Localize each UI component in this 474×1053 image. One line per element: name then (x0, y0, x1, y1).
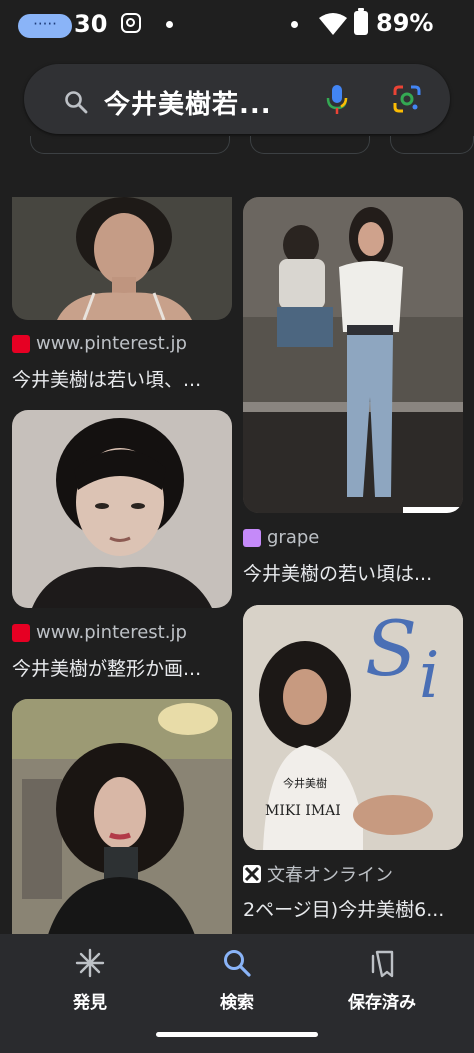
nav-search-label: 検索 (220, 993, 254, 1013)
svg-text:i: i (419, 639, 439, 713)
microphone-icon[interactable] (326, 84, 348, 116)
source-label: 文春オンライン (267, 865, 393, 886)
bottom-navigation: 発見 検索 保存済み (0, 934, 474, 1053)
result-title[interactable]: 今井美樹は若い頃、... (12, 365, 232, 392)
image-result-card[interactable]: S i 今井美樹 MIKI IMAI 文春オンライン 2ページ目)今井美樹6..… (243, 605, 463, 925)
filter-chip[interactable] (30, 136, 230, 154)
image-result-card[interactable]: www.pinterest.jp 今井美樹は若い頃、... (12, 197, 232, 392)
result-thumbnail[interactable]: S i 今井美樹 MIKI IMAI (243, 605, 463, 850)
search-icon (224, 950, 251, 977)
call-indicator-pill[interactable]: ····· (18, 14, 72, 38)
result-title[interactable]: 今井美樹が整形か画... (12, 654, 232, 681)
wifi-icon (319, 13, 347, 35)
image-result-card[interactable]: www.pinterest.jp 今井美樹が整形か画... (12, 410, 232, 680)
result-thumbnail[interactable] (12, 197, 232, 320)
result-thumbnail[interactable] (12, 410, 232, 608)
result-source[interactable]: www.pinterest.jp (12, 333, 187, 354)
search-icon[interactable] (64, 90, 88, 114)
search-bar[interactable]: 今井美樹若... (24, 64, 450, 134)
svg-text:S: S (365, 605, 417, 693)
result-title[interactable]: 今井美樹の若い頃は... (243, 559, 463, 586)
result-title[interactable]: 2ページ目)今井美樹6... (243, 895, 463, 922)
clock: 30 (74, 10, 108, 38)
magazine-name-en: MIKI IMAI (265, 803, 341, 819)
result-source[interactable]: grape (243, 527, 319, 548)
battery-percent: 89% (376, 9, 434, 37)
nav-saved-label: 保存済み (348, 993, 416, 1013)
nav-discover[interactable]: 発見 (30, 948, 150, 1013)
source-label: grape (267, 527, 320, 548)
result-source[interactable]: 文春オンライン (243, 861, 393, 887)
result-thumbnail[interactable] (12, 699, 232, 959)
asterisk-icon (75, 948, 105, 978)
bunshun-icon (243, 865, 261, 883)
status-bar: ····· 30 89% (0, 0, 474, 52)
nav-search[interactable]: 検索 (177, 948, 297, 1013)
battery-icon (354, 8, 368, 35)
nav-discover-label: 発見 (73, 993, 107, 1013)
home-indicator[interactable] (156, 1032, 318, 1037)
nav-saved[interactable]: 保存済み (322, 948, 442, 1013)
instagram-icon (121, 13, 141, 33)
pinterest-icon (12, 623, 30, 642)
search-query[interactable]: 今井美樹若... (104, 84, 272, 121)
filter-chip[interactable] (390, 136, 474, 154)
pinterest-icon (12, 334, 30, 353)
filter-chip[interactable] (250, 136, 370, 154)
result-source[interactable]: www.pinterest.jp (12, 622, 187, 643)
collections-icon (371, 950, 394, 978)
notification-dot-icon (166, 21, 173, 28)
magazine-name-jp: 今井美樹 (283, 776, 327, 790)
source-label: www.pinterest.jp (36, 333, 187, 354)
source-label: www.pinterest.jp (36, 622, 187, 643)
notification-dot-icon (291, 21, 298, 28)
image-result-card[interactable]: grape 今井美樹の若い頃は... (243, 197, 463, 587)
result-thumbnail[interactable] (243, 197, 463, 513)
grape-icon (243, 528, 261, 547)
image-result-card[interactable] (12, 699, 232, 959)
google-lens-icon[interactable] (392, 84, 422, 114)
